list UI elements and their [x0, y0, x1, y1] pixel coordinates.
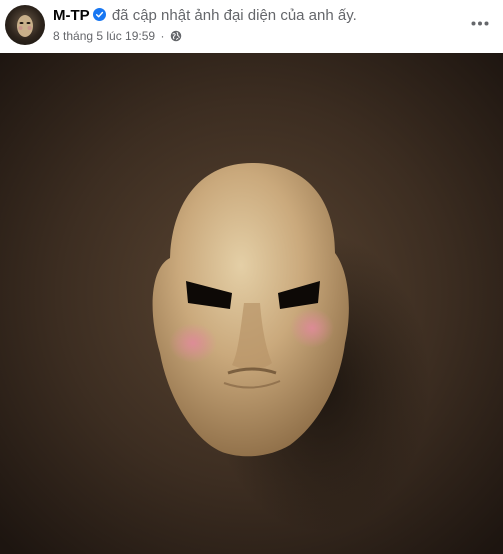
post-header: M-TP đã cập nhật ảnh đại diện của anh ấy…	[0, 0, 503, 52]
post-meta: 8 tháng 5 lúc 19:59 ·	[53, 29, 182, 43]
more-options-icon[interactable]	[466, 12, 494, 34]
meta-separator: ·	[160, 29, 165, 43]
post-action-text: đã cập nhật ảnh đại diện của anh ấy.	[111, 7, 357, 24]
profile-photo[interactable]	[0, 53, 503, 554]
author-avatar[interactable]	[5, 5, 45, 45]
post-timestamp[interactable]: 8 tháng 5 lúc 19:59	[53, 29, 155, 43]
post-title-line: M-TP đã cập nhật ảnh đại diện của anh ấy…	[53, 7, 357, 25]
verified-badge-icon	[92, 8, 106, 21]
author-name[interactable]: M-TP	[53, 7, 90, 24]
globe-icon[interactable]	[170, 30, 182, 42]
mask-photo-image	[0, 53, 503, 554]
avatar-mask-image	[17, 15, 33, 37]
